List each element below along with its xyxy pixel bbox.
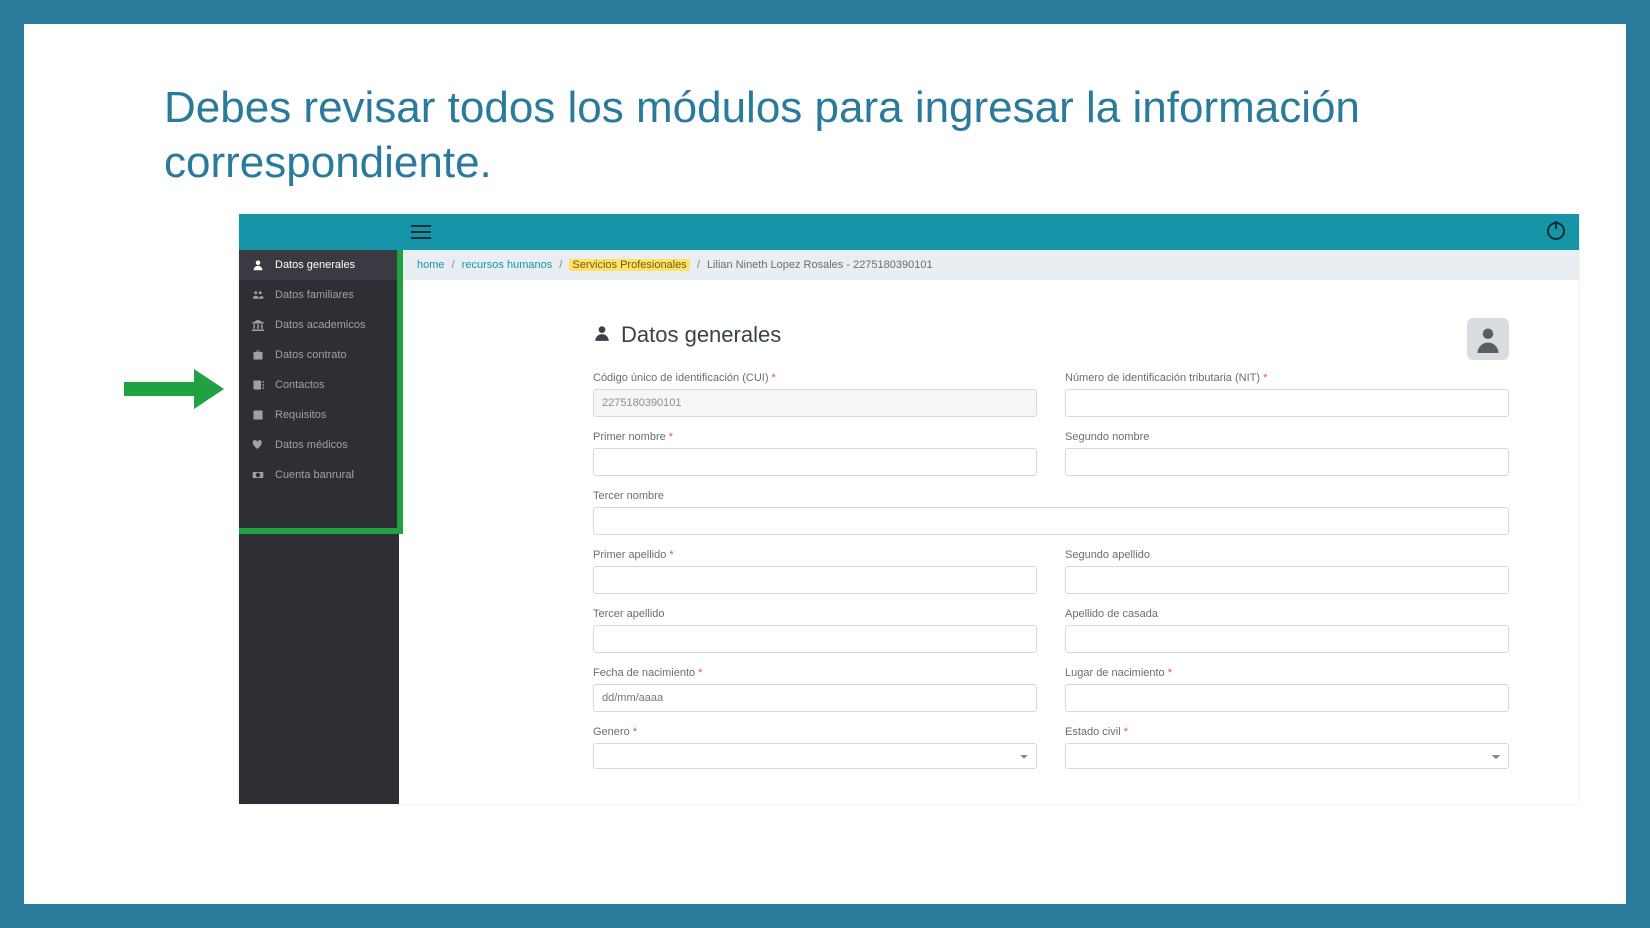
money-icon xyxy=(251,469,265,481)
bank-icon xyxy=(251,319,265,331)
segundo-apellido-input[interactable] xyxy=(1065,566,1509,594)
app-window: Menu principal Datos generales Datos fam… xyxy=(239,214,1579,804)
tercer-apellido-label: Tercer apellido xyxy=(593,608,1037,620)
breadcrumb-sep: / xyxy=(452,259,455,271)
primer-nombre-input[interactable] xyxy=(593,448,1037,476)
sidebar-item-label: Datos generales xyxy=(275,259,355,271)
apellido-casada-label: Apellido de casada xyxy=(1065,608,1509,620)
fecha-nac-label: Fecha de nacimiento xyxy=(593,667,1037,679)
pointer-arrow xyxy=(124,369,224,409)
sidebar-item-cuenta-banrural[interactable]: Cuenta banrural xyxy=(239,460,399,490)
nit-input[interactable] xyxy=(1065,389,1509,417)
breadcrumb-sep: / xyxy=(697,259,700,271)
estado-civil-label: Estado civil xyxy=(1065,726,1509,738)
form-card: Datos generales Código único de identifi… xyxy=(569,300,1533,779)
cui-input[interactable] xyxy=(593,389,1037,417)
sidebar-item-datos-generales[interactable]: Datos generales xyxy=(239,250,399,280)
user-icon xyxy=(593,322,611,348)
breadcrumb: home / recursos humanos / Servicios Prof… xyxy=(399,250,1579,280)
tercer-apellido-input[interactable] xyxy=(593,625,1037,653)
sidebar-item-datos-academicos[interactable]: Datos academicos xyxy=(239,310,399,340)
section-title-text: Datos generales xyxy=(621,322,781,348)
breadcrumb-sep: / xyxy=(559,259,562,271)
segundo-apellido-label: Segundo apellido xyxy=(1065,549,1509,561)
sidebar-item-label: Datos familiares xyxy=(275,289,354,301)
sidebar-item-label: Cuenta banrural xyxy=(275,469,354,481)
address-icon xyxy=(251,379,265,391)
breadcrumb-servicios[interactable]: Servicios Profesionales xyxy=(569,259,689,271)
sidebar-item-label: Datos médicos xyxy=(275,439,348,451)
segundo-nombre-label: Segundo nombre xyxy=(1065,431,1509,443)
genero-select[interactable] xyxy=(593,743,1037,769)
menu-toggle-icon[interactable] xyxy=(411,222,431,242)
primer-nombre-label: Primer nombre xyxy=(593,431,1037,443)
sidebar-item-label: Datos contrato xyxy=(275,349,347,361)
sidebar-item-label: Datos academicos xyxy=(275,319,366,331)
users-icon xyxy=(251,289,265,301)
breadcrumb-home[interactable]: home xyxy=(417,259,445,271)
user-icon xyxy=(251,259,265,271)
primer-apellido-label: Primer apellido xyxy=(593,549,1037,561)
section-title: Datos generales xyxy=(593,322,1509,348)
genero-label: Genero xyxy=(593,726,1037,738)
tercer-nombre-label: Tercer nombre xyxy=(593,490,1509,502)
cui-label: Código único de identificación (CUI) xyxy=(593,372,1037,384)
briefcase-icon xyxy=(251,349,265,361)
power-icon[interactable] xyxy=(1547,222,1565,240)
content-area: Datos generales Código único de identifi… xyxy=(399,280,1579,779)
nit-label: Número de identificación tributaria (NIT… xyxy=(1065,372,1509,384)
tercer-nombre-input[interactable] xyxy=(593,507,1509,535)
topbar xyxy=(239,214,1579,250)
primer-apellido-input[interactable] xyxy=(593,566,1037,594)
lugar-nac-input[interactable] xyxy=(1065,684,1509,712)
breadcrumb-rrhh[interactable]: recursos humanos xyxy=(462,259,553,271)
estado-civil-select[interactable] xyxy=(1065,743,1509,769)
sidebar-item-requisitos[interactable]: Requisitos xyxy=(239,400,399,430)
heart-icon xyxy=(251,439,265,451)
breadcrumb-current: Lilian Nineth Lopez Rosales - 2275180390… xyxy=(707,259,933,271)
sidebar-item-label: Requisitos xyxy=(275,409,326,421)
avatar-placeholder[interactable] xyxy=(1467,318,1509,360)
check-icon xyxy=(251,409,265,421)
segundo-nombre-input[interactable] xyxy=(1065,448,1509,476)
sidebar-item-datos-familiares[interactable]: Datos familiares xyxy=(239,280,399,310)
sidebar-item-datos-contrato[interactable]: Datos contrato xyxy=(239,340,399,370)
sidebar: Menu principal Datos generales Datos fam… xyxy=(239,214,399,804)
page-headline: Debes revisar todos los módulos para ing… xyxy=(164,80,1536,190)
sidebar-item-contactos[interactable]: Contactos xyxy=(239,370,399,400)
apellido-casada-input[interactable] xyxy=(1065,625,1509,653)
sidebar-item-label: Contactos xyxy=(275,379,325,391)
fecha-nac-input[interactable] xyxy=(593,684,1037,712)
sidebar-item-datos-medicos[interactable]: Datos médicos xyxy=(239,430,399,460)
lugar-nac-label: Lugar de nacimiento xyxy=(1065,667,1509,679)
